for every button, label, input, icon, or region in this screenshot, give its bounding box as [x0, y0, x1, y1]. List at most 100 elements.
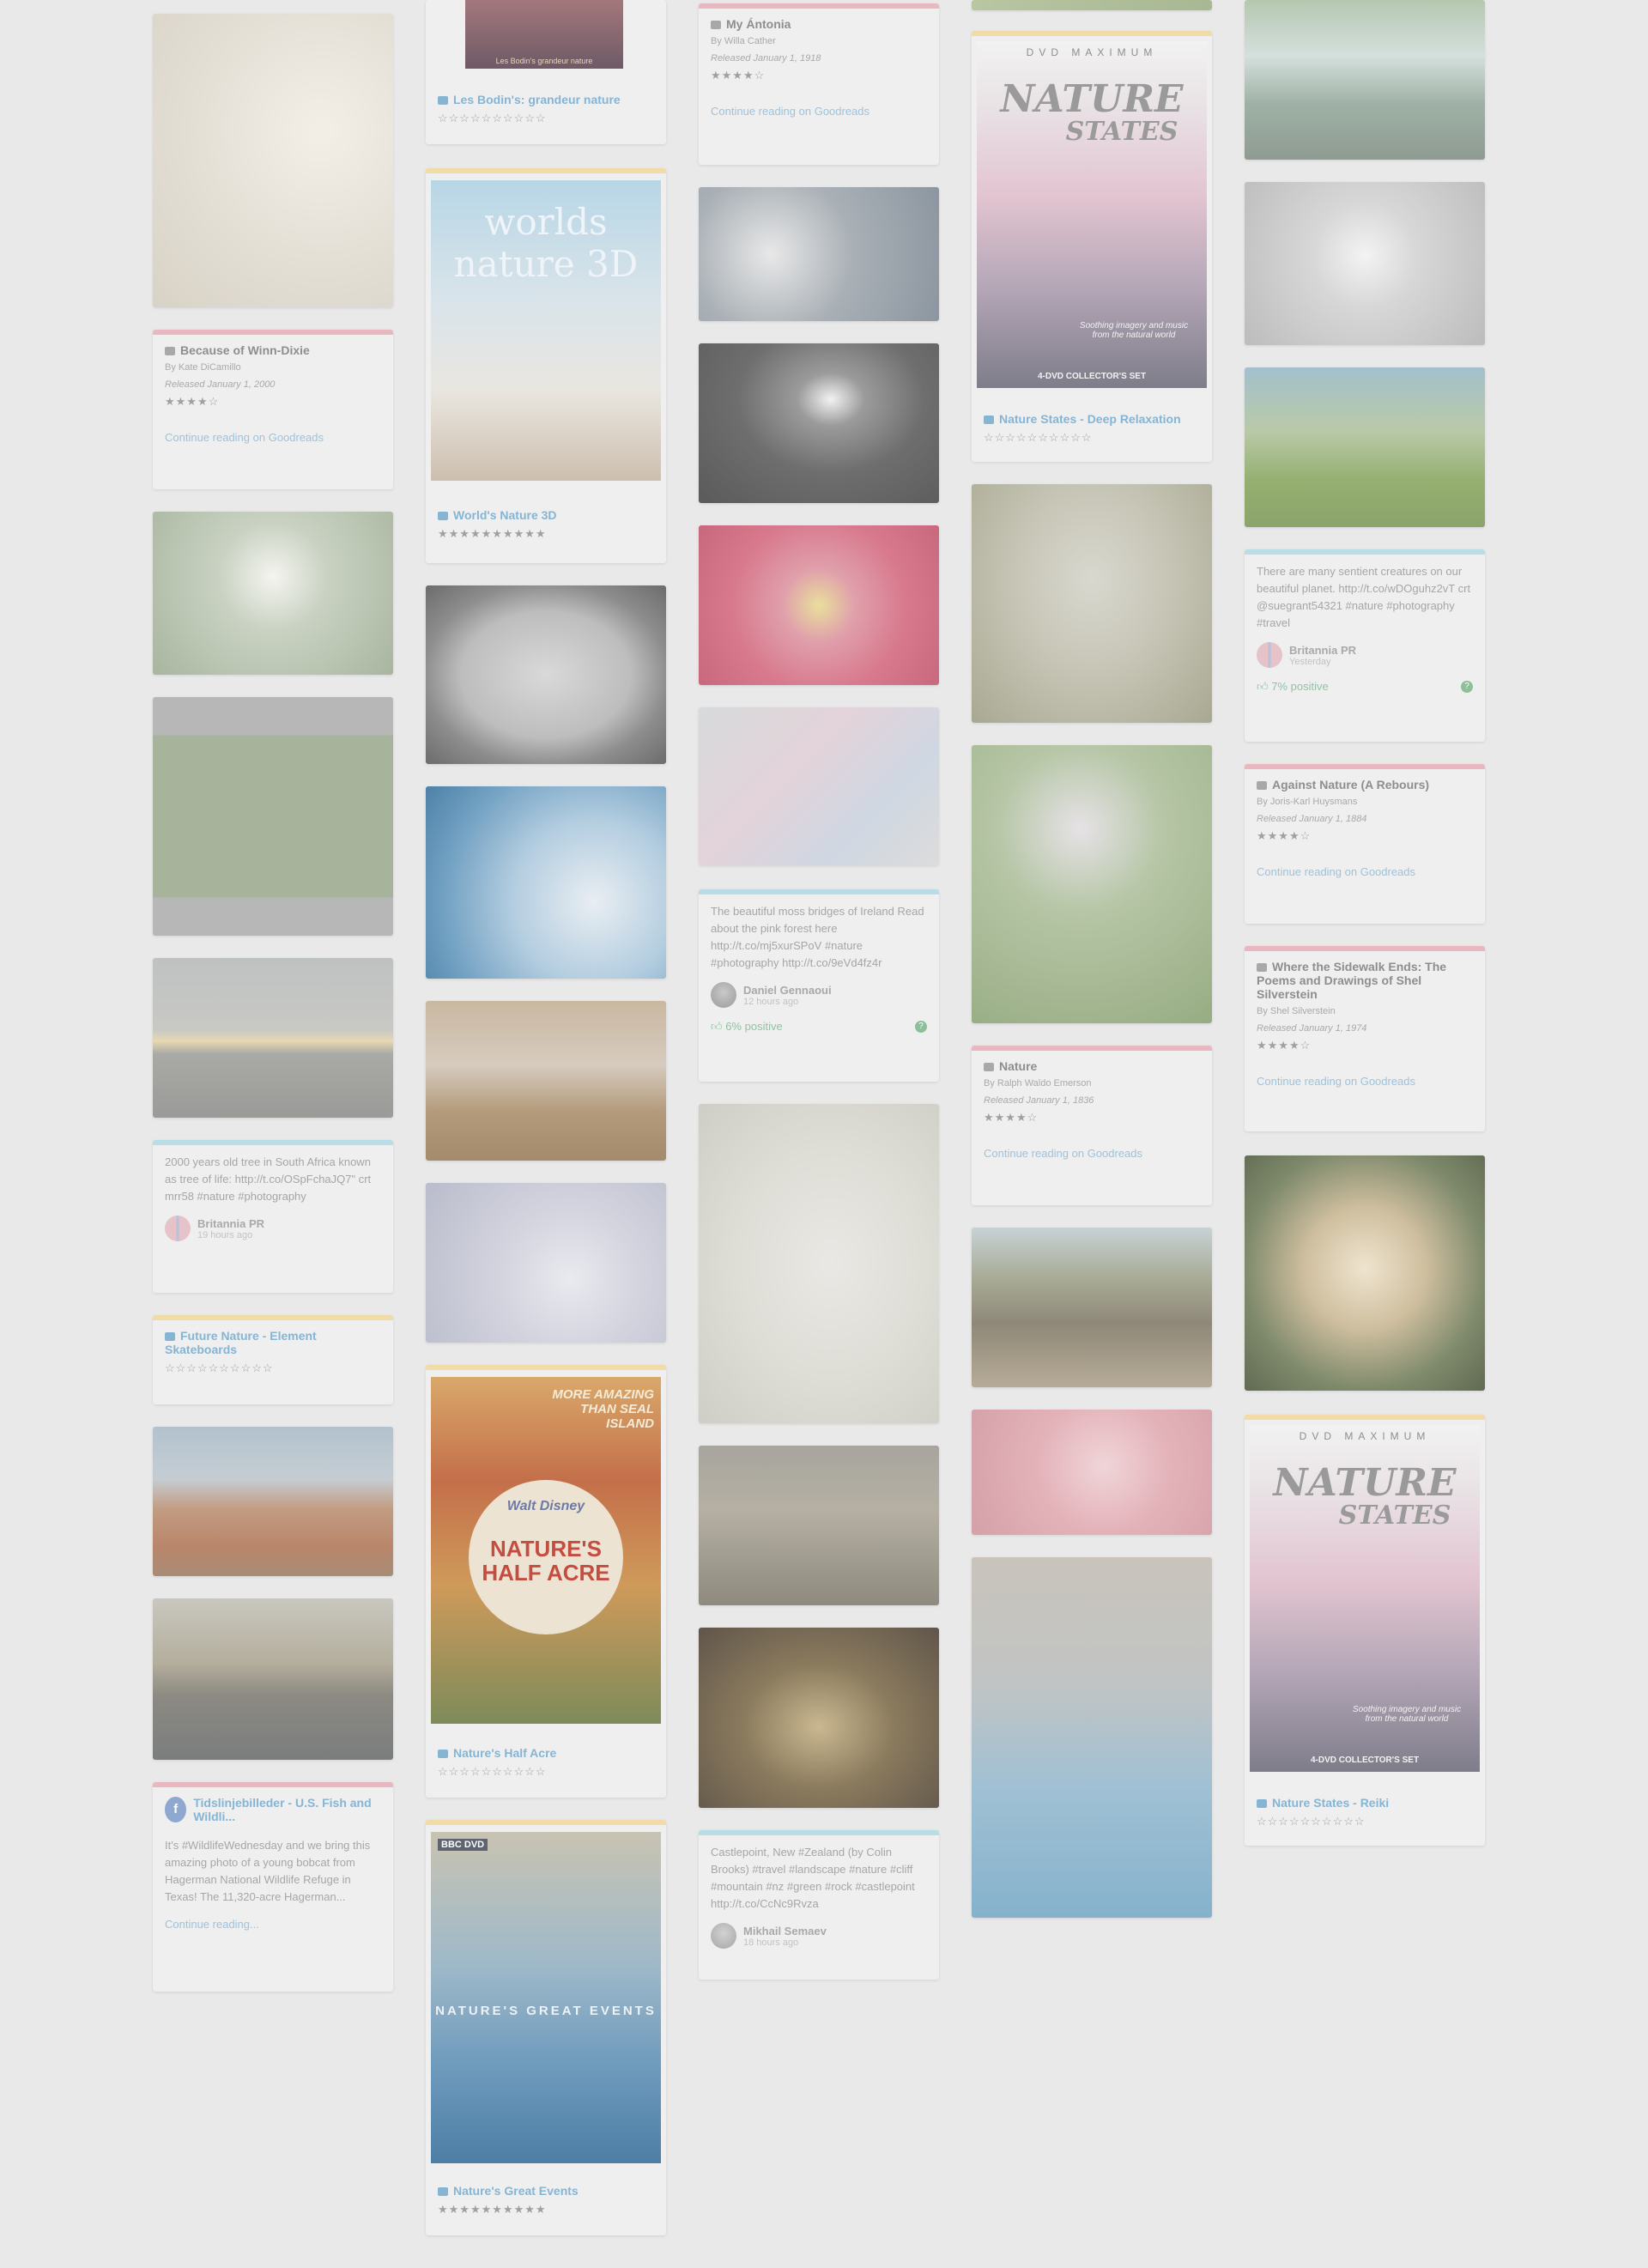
waterfall-image — [1245, 0, 1485, 160]
video-title[interactable]: World's Nature 3D — [453, 508, 557, 522]
thumbs-up-icon[interactable]: 👍︎ — [1257, 680, 1271, 693]
video-cover-image: DVD MAXIMUM NATURE STATES Soothing image… — [977, 41, 1207, 388]
photo-card[interactable] — [699, 1628, 939, 1808]
photo-card[interactable] — [426, 786, 666, 979]
video-title[interactable]: Nature's Great Events — [453, 2184, 579, 2198]
photo-card[interactable] — [699, 343, 939, 503]
user-avatar[interactable] — [711, 982, 736, 1008]
photo-card[interactable] — [1245, 367, 1485, 527]
photo-card[interactable] — [699, 1446, 939, 1605]
book-icon — [165, 347, 175, 355]
book-icon — [1257, 781, 1267, 790]
tweet-card[interactable]: Castlepoint, New #Zealand (by Colin Broo… — [699, 1830, 939, 1980]
moss-tree-image — [153, 697, 393, 936]
photo-card[interactable] — [972, 1557, 1212, 1918]
baobab-tree-image — [972, 1228, 1212, 1387]
cover-title: worlds nature 3D — [453, 201, 639, 285]
photo-card[interactable] — [153, 14, 393, 307]
video-title[interactable]: Future Nature - Element Skateboards — [165, 1329, 317, 1356]
goodreads-link[interactable]: Continue reading on Goodreads — [1257, 865, 1473, 878]
photo-card[interactable] — [972, 1410, 1212, 1535]
tweet-user[interactable]: Britannia PR — [1289, 644, 1356, 657]
photo-card[interactable] — [1245, 1155, 1485, 1391]
tweet-user[interactable]: Daniel Gennaoui — [743, 984, 832, 997]
photo-card[interactable] — [153, 697, 393, 936]
cover-brand: DVD MAXIMUM — [1299, 1430, 1431, 1442]
cover-title: NATURE — [1000, 77, 1184, 121]
rating-stars: ★★★★☆ — [1257, 829, 1312, 842]
video-title[interactable]: Les Bodin's: grandeur nature — [453, 93, 621, 106]
goodreads-link[interactable]: Continue reading on Goodreads — [711, 105, 927, 118]
video-title[interactable]: Nature States - Deep Relaxation — [999, 412, 1181, 426]
cover-title: NATURE — [1273, 1461, 1457, 1505]
rating-stars: ★★★★☆ — [711, 69, 766, 82]
book-release-date: Released January 1, 1884 — [1257, 814, 1367, 824]
goodreads-link[interactable]: Continue reading on Goodreads — [984, 1147, 1200, 1160]
photo-card[interactable] — [699, 1104, 939, 1423]
tweet-card[interactable]: There are many sentient creatures on our… — [1245, 549, 1485, 742]
book-card[interactable]: Because of Winn-Dixie By Kate DiCamillo … — [153, 330, 393, 489]
photo-card[interactable] — [972, 1228, 1212, 1387]
video-card[interactable]: MORE AMAZING THAN SEAL ISLAND Walt Disne… — [426, 1365, 666, 1798]
photo-card[interactable] — [972, 0, 1212, 10]
book-title[interactable]: Nature — [999, 1059, 1037, 1073]
continue-reading-link[interactable]: Continue reading... — [165, 1918, 381, 1931]
video-card[interactable]: DVD MAXIMUM NATURE STATES Soothing image… — [972, 31, 1212, 462]
book-title[interactable]: Against Nature (A Rebours) — [1272, 778, 1429, 791]
photo-card[interactable] — [426, 1001, 666, 1161]
tweet-card[interactable]: 2000 years old tree in South Africa know… — [153, 1140, 393, 1293]
question-icon[interactable]: ? — [1461, 681, 1473, 693]
goodreads-link[interactable]: Continue reading on Goodreads — [165, 431, 381, 444]
frosted-tree-image — [426, 1183, 666, 1343]
video-card[interactable]: worlds nature 3D World's Nature 3D ★★★★★… — [426, 168, 666, 563]
book-release-date: Released January 1, 2000 — [165, 379, 276, 390]
video-cover-image: MORE AMAZING THAN SEAL ISLAND Walt Disne… — [431, 1377, 661, 1724]
book-icon — [1257, 963, 1267, 972]
photo-card[interactable] — [153, 1598, 393, 1760]
tweet-time: 19 hours ago — [197, 1229, 253, 1240]
photo-card[interactable] — [426, 585, 666, 764]
video-card[interactable]: Future Nature - Element Skateboards ☆☆☆☆… — [153, 1315, 393, 1404]
pink-dahlia-image — [699, 525, 939, 685]
cover-tagline: MORE AMAZING THAN SEAL ISLAND — [552, 1387, 654, 1431]
tweet-user[interactable]: Britannia PR — [197, 1217, 264, 1230]
photo-card[interactable] — [153, 1427, 393, 1576]
book-title[interactable]: Where the Sidewalk Ends: The Poems and D… — [1257, 960, 1446, 1001]
book-card[interactable]: Where the Sidewalk Ends: The Poems and D… — [1245, 946, 1485, 1131]
photo-card[interactable] — [972, 745, 1212, 1023]
book-card[interactable]: Against Nature (A Rebours) By Joris-Karl… — [1245, 764, 1485, 924]
photo-card[interactable] — [699, 525, 939, 685]
user-avatar[interactable] — [711, 1923, 736, 1949]
book-title[interactable]: Because of Winn-Dixie — [180, 343, 310, 357]
photo-card[interactable] — [153, 512, 393, 675]
book-title[interactable]: My Ántonia — [726, 17, 791, 31]
thumbs-up-icon[interactable]: 👍︎ — [711, 1020, 725, 1033]
video-card[interactable]: BBC DVD NATURE'S GREAT EVENTS Nature's G… — [426, 1820, 666, 2235]
video-card[interactable]: DVD MAXIMUM NATURE STATES Soothing image… — [1245, 1415, 1485, 1846]
photo-card[interactable] — [699, 187, 939, 321]
facebook-post-card[interactable]: f Tidslinjebilleder - U.S. Fish and Wild… — [153, 1782, 393, 1992]
uk-flag-icon — [1257, 642, 1282, 668]
tweet-user[interactable]: Mikhail Semaev — [743, 1925, 827, 1938]
photo-card[interactable] — [1245, 0, 1485, 160]
question-icon[interactable]: ? — [915, 1021, 927, 1033]
book-author: By Kate DiCamillo — [165, 362, 241, 373]
book-card[interactable]: My Ántonia By Willa Cather Released Janu… — [699, 3, 939, 165]
rating-stars: ★★★★★★★★★★ — [438, 527, 547, 540]
photo-card[interactable] — [699, 707, 939, 865]
video-title[interactable]: Nature's Half Acre — [453, 1746, 556, 1760]
video-title[interactable]: Nature States - Reiki — [1272, 1796, 1389, 1810]
photo-card[interactable] — [426, 1183, 666, 1343]
video-icon — [438, 1750, 448, 1758]
video-card[interactable]: Les Bodin's grandeur nature Les Bodin's:… — [426, 0, 666, 144]
photo-card[interactable] — [972, 484, 1212, 723]
cover-set-label: 4-DVD COLLECTOR'S SET — [1310, 1756, 1420, 1765]
tweet-card[interactable]: The beautiful moss bridges of Ireland Re… — [699, 889, 939, 1082]
photo-card[interactable] — [1245, 182, 1485, 345]
goodreads-link[interactable]: Continue reading on Goodreads — [1257, 1075, 1473, 1088]
video-icon — [438, 2187, 448, 2196]
photo-card[interactable] — [153, 958, 393, 1118]
post-title[interactable]: Tidslinjebilleder - U.S. Fish and Wildli… — [193, 1796, 381, 1823]
book-card[interactable]: Nature By Ralph Waldo Emerson Released J… — [972, 1046, 1212, 1205]
meadow-image — [972, 484, 1212, 723]
